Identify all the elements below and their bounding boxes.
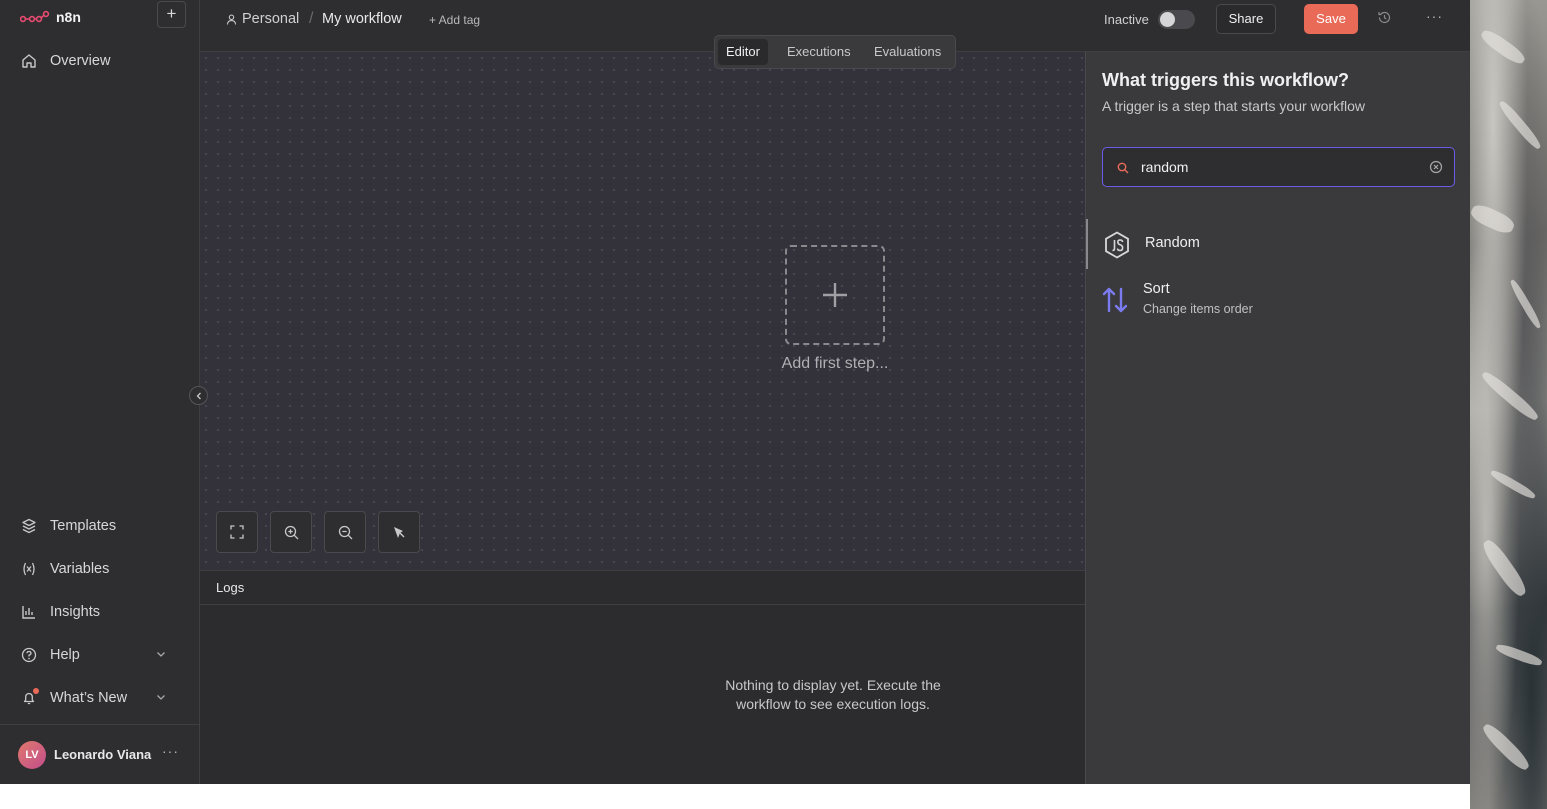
user-name: Leonardo Viana — [54, 747, 152, 762]
fit-view-icon — [230, 525, 244, 539]
chevron-down-icon[interactable] — [155, 648, 167, 664]
sidebar-item-whats-new[interactable]: What’s New — [20, 685, 180, 711]
breadcrumb-project[interactable]: Personal — [226, 11, 299, 27]
insights-icon — [20, 603, 38, 621]
user-menu: LV Leonardo Viana ··· — [0, 724, 199, 784]
save-button[interactable]: Save — [1304, 4, 1358, 34]
node-result-name: Sort — [1143, 281, 1170, 297]
sidebar-item-variables[interactable]: Variables — [20, 556, 109, 582]
fit-view-button[interactable] — [216, 511, 258, 553]
background-photo — [1468, 0, 1547, 809]
sidebar-item-label: Insights — [50, 604, 100, 620]
zoom-in-icon — [284, 525, 298, 539]
avatar[interactable]: LV — [18, 741, 46, 769]
view-tabs: Editor Executions Evaluations — [714, 35, 956, 69]
panel-title: What triggers this workflow? — [1102, 70, 1350, 90]
share-button[interactable]: Share — [1216, 4, 1276, 34]
tab-editor[interactable]: Editor — [718, 39, 768, 65]
plus-icon — [823, 283, 847, 307]
sidebar-item-insights[interactable]: Insights — [20, 599, 100, 625]
history-icon[interactable] — [1377, 10, 1392, 30]
active-toggle[interactable] — [1158, 10, 1195, 29]
workflow-canvas[interactable]: Add first step... — [200, 52, 1085, 570]
tidy-up-button[interactable] — [378, 511, 420, 553]
variables-icon — [20, 560, 38, 578]
panel-subtitle: A trigger is a step that starts your wor… — [1102, 98, 1365, 114]
sidebar-item-label: Variables — [50, 561, 110, 577]
bell-icon — [20, 688, 39, 707]
clear-search-icon[interactable] — [1429, 160, 1443, 179]
chevron-left-icon — [196, 392, 201, 399]
sidebar-item-label: What’s New — [50, 690, 128, 706]
sidebar-item-label: Templates — [50, 518, 117, 534]
user-icon — [226, 14, 237, 25]
n8n-logo-icon — [20, 10, 50, 23]
node-result-sort[interactable]: Sort Change items order — [1086, 274, 1471, 324]
chevron-down-icon[interactable] — [155, 691, 167, 707]
add-first-step-label: Add first step... — [781, 355, 889, 372]
zoom-out-icon — [338, 525, 352, 539]
zoom-out-button[interactable] — [324, 511, 366, 553]
nodejs-icon — [1103, 231, 1131, 259]
tab-executions[interactable]: Executions — [779, 39, 859, 65]
create-new-button[interactable]: + — [157, 1, 186, 28]
sort-arrows-icon — [1101, 286, 1129, 314]
active-status-label: Inactive — [1104, 12, 1149, 27]
node-result-random[interactable]: Random — [1086, 219, 1471, 269]
logs-panel: Logs Nothing to display yet. Execute the… — [200, 570, 1085, 784]
node-creator-panel: What triggers this workflow? A trigger i… — [1085, 52, 1470, 784]
sidebar-item-help[interactable]: Help — [20, 642, 180, 668]
help-icon — [20, 646, 38, 664]
node-search-input[interactable] — [1141, 148, 1421, 186]
node-result-description: Change items order — [1143, 302, 1253, 316]
n8n-logo[interactable]: n8n — [20, 7, 81, 27]
logs-title: Logs — [216, 580, 245, 595]
templates-icon — [20, 517, 38, 535]
zoom-in-button[interactable] — [270, 511, 312, 553]
sidebar-item-templates[interactable]: Templates — [20, 513, 116, 539]
logs-empty-line: workflow to see execution logs. — [736, 696, 930, 712]
sidebar-item-label: Overview — [50, 53, 111, 69]
logs-empty-message: Nothing to display yet. Execute the work… — [683, 676, 983, 714]
logs-header[interactable]: Logs — [200, 571, 1085, 605]
sidebar-item-overview[interactable]: Overview — [20, 48, 110, 74]
sidebar: n8n + Overview Templates Variables Insig… — [0, 0, 200, 784]
user-more-icon[interactable]: ··· — [162, 743, 179, 759]
search-icon — [1117, 161, 1129, 179]
add-tag-button[interactable]: + Add tag — [429, 13, 480, 27]
breadcrumb-separator: / — [309, 10, 314, 27]
app-window: n8n + Overview Templates Variables Insig… — [0, 0, 1470, 784]
node-result-name: Random — [1145, 235, 1200, 251]
broom-icon — [394, 527, 405, 538]
logo-text: n8n — [56, 9, 81, 25]
sidebar-item-label: Help — [50, 647, 80, 663]
notification-dot — [33, 688, 39, 694]
add-first-step-button[interactable] — [785, 245, 885, 345]
home-icon — [20, 52, 38, 70]
workflow-name[interactable]: My workflow — [322, 11, 402, 27]
more-options-icon[interactable]: ··· — [1426, 8, 1443, 24]
node-search-field[interactable] — [1102, 147, 1455, 187]
toggle-knob — [1160, 12, 1175, 27]
collapse-sidebar-button[interactable] — [189, 386, 208, 405]
logs-empty-line: Nothing to display yet. Execute the — [725, 677, 941, 693]
tab-evaluations[interactable]: Evaluations — [866, 39, 949, 65]
breadcrumb-project-label: Personal — [242, 11, 300, 27]
